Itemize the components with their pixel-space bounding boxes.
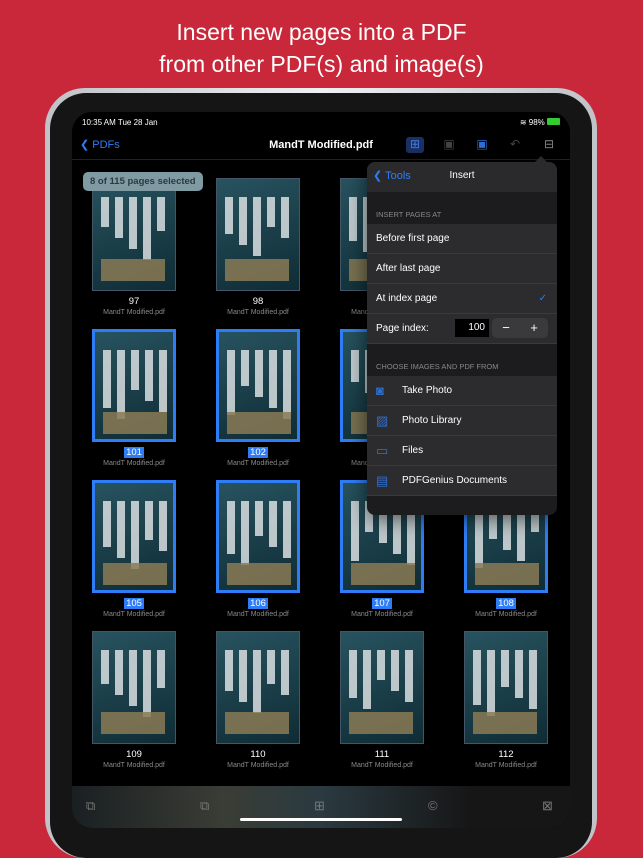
page-thumbnail[interactable] bbox=[92, 329, 176, 442]
battery-level: 98% bbox=[528, 118, 545, 127]
source-label: Photo Library bbox=[402, 415, 462, 426]
page-thumbnail[interactable] bbox=[216, 178, 300, 291]
status-time: 10:35 AM Tue 28 Jan bbox=[82, 118, 158, 127]
screen: 10:35 AM Tue 28 Jan ≋ 98% ❮ PDFs MandT M… bbox=[72, 112, 570, 828]
page-number: 108 bbox=[496, 598, 516, 609]
page-filename: MandT Modified.pdf bbox=[103, 762, 165, 769]
bottom-toolbar: ⧉ ⧉ ⊞ © ⊠ bbox=[72, 786, 570, 828]
document-title: MandT Modified.pdf bbox=[269, 139, 373, 151]
page-thumbnail[interactable] bbox=[92, 631, 176, 744]
option-label: Before first page bbox=[376, 233, 450, 244]
page-filename: MandT Modified.pdf bbox=[475, 762, 537, 769]
page-number: 98 bbox=[252, 296, 264, 307]
page-number: 101 bbox=[124, 447, 144, 458]
page-number: 109 bbox=[126, 749, 142, 760]
copy-pages-icon[interactable]: © bbox=[428, 798, 438, 813]
page-filename: MandT Modified.pdf bbox=[351, 611, 413, 618]
page-number: 97 bbox=[128, 296, 140, 307]
source-label: PDFGenius Documents bbox=[402, 475, 508, 486]
page-thumbnail-cell[interactable]: 97 MandT Modified.pdf bbox=[89, 178, 179, 316]
page-thumbnail-cell[interactable]: 105 MandT Modified.pdf bbox=[89, 480, 179, 618]
page-number: 107 bbox=[372, 598, 392, 609]
page-number: 112 bbox=[498, 749, 514, 760]
page-number: 110 bbox=[250, 749, 266, 760]
page-thumbnail[interactable] bbox=[216, 631, 300, 744]
page-thumbnail-cell[interactable]: 111 MandT Modified.pdf bbox=[337, 631, 427, 769]
page-thumbnail-cell[interactable]: 101 MandT Modified.pdf bbox=[89, 329, 179, 467]
battery-icon bbox=[547, 118, 560, 125]
save-as-icon[interactable]: ▣ bbox=[473, 137, 491, 153]
page-number: 106 bbox=[248, 598, 268, 609]
page-filename: MandT Modified.pdf bbox=[103, 309, 165, 316]
page-thumbnail[interactable] bbox=[92, 178, 176, 291]
page-filename: MandT Modified.pdf bbox=[103, 611, 165, 618]
grid-icon[interactable]: ⊞ bbox=[406, 137, 424, 153]
page-filename: MandT Modified.pdf bbox=[475, 611, 537, 618]
source-pdfgenius-documents[interactable]: ▤ PDFGenius Documents bbox=[367, 466, 557, 496]
page-filename: MandT Modified.pdf bbox=[351, 762, 413, 769]
selection-badge: 8 of 115 pages selected bbox=[83, 172, 203, 191]
option-at-index-page[interactable]: At index page ✓ bbox=[367, 284, 557, 314]
rotate-pages-icon[interactable]: ⧉ bbox=[200, 798, 209, 814]
popover-title: Insert bbox=[449, 170, 475, 181]
option-after-last-page[interactable]: After last page bbox=[367, 254, 557, 284]
page-thumbnail-cell[interactable]: 98 MandT Modified.pdf bbox=[213, 178, 303, 316]
page-number: 102 bbox=[248, 447, 268, 458]
page-thumbnail[interactable] bbox=[340, 631, 424, 744]
page-thumbnail[interactable] bbox=[216, 329, 300, 442]
page-filename: MandT Modified.pdf bbox=[103, 460, 165, 467]
insert-popover: ❮ Tools Insert INSERT PAGES AT Before fi… bbox=[367, 156, 557, 515]
nav-bar: ❮ PDFs MandT Modified.pdf ⊞ ▣ ▣ ↶ ⊟ bbox=[72, 134, 570, 160]
headline: Insert new pages into a PDF from other P… bbox=[0, 16, 643, 80]
option-before-first-page[interactable]: Before first page bbox=[367, 224, 557, 254]
folder-icon: ▭ bbox=[376, 442, 389, 458]
page-thumbnail-cell[interactable]: 112 MandT Modified.pdf bbox=[461, 631, 551, 769]
insert-pages-icon[interactable]: ⊞ bbox=[314, 798, 325, 814]
source-label: Files bbox=[402, 445, 424, 456]
page-filename: MandT Modified.pdf bbox=[227, 460, 289, 467]
decrement-button[interactable]: − bbox=[492, 318, 520, 338]
extract-pages-icon[interactable]: ⧉ bbox=[86, 798, 95, 814]
page-thumbnail-cell[interactable]: 102 MandT Modified.pdf bbox=[213, 329, 303, 467]
undo-icon[interactable]: ↶ bbox=[506, 137, 524, 153]
page-index-input[interactable]: 100 bbox=[455, 319, 489, 337]
source-take-photo[interactable]: ◙ Take Photo bbox=[367, 376, 557, 406]
save-icon[interactable]: ▣ bbox=[440, 137, 458, 153]
page-number: 105 bbox=[124, 598, 144, 609]
delete-pages-icon[interactable]: ⊠ bbox=[542, 798, 553, 814]
section-header-insert-at: INSERT PAGES AT bbox=[376, 210, 442, 219]
page-index-row: Page index: 100 − + bbox=[367, 314, 557, 344]
increment-button[interactable]: + bbox=[520, 318, 548, 338]
page-filename: MandT Modified.pdf bbox=[227, 611, 289, 618]
page-thumbnail-cell[interactable]: 106 MandT Modified.pdf bbox=[213, 480, 303, 618]
page-index-label: Page index: bbox=[376, 323, 429, 334]
source-photo-library[interactable]: ▨ Photo Library bbox=[367, 406, 557, 436]
option-label: After last page bbox=[376, 263, 441, 274]
page-index-stepper[interactable]: − + bbox=[492, 318, 548, 338]
photo-library-icon: ▨ bbox=[376, 412, 389, 428]
option-label: At index page bbox=[376, 293, 438, 304]
page-thumbnail-cell[interactable]: 110 MandT Modified.pdf bbox=[213, 631, 303, 769]
home-indicator bbox=[240, 818, 402, 821]
wifi-icon: ≋ bbox=[519, 118, 529, 127]
camera-icon: ◙ bbox=[376, 383, 384, 398]
page-thumbnail[interactable] bbox=[92, 480, 176, 593]
page-thumbnail[interactable] bbox=[464, 631, 548, 744]
source-files[interactable]: ▭ Files bbox=[367, 436, 557, 466]
page-number: 111 bbox=[374, 749, 390, 760]
section-header-sources: CHOOSE IMAGES AND PDF FROM bbox=[376, 362, 499, 371]
source-label: Take Photo bbox=[402, 385, 453, 396]
toolbox-icon[interactable]: ⊟ bbox=[540, 137, 558, 153]
checkmark-icon: ✓ bbox=[538, 293, 547, 304]
page-filename: MandT Modified.pdf bbox=[227, 762, 289, 769]
page-thumbnail[interactable] bbox=[216, 480, 300, 593]
headline-line-1: Insert new pages into a PDF bbox=[176, 19, 467, 45]
headline-line-2: from other PDF(s) and image(s) bbox=[159, 51, 484, 77]
page-filename: MandT Modified.pdf bbox=[227, 309, 289, 316]
status-bar: 10:35 AM Tue 28 Jan ≋ 98% bbox=[82, 118, 560, 127]
document-icon: ▤ bbox=[376, 472, 389, 488]
page-thumbnail-cell[interactable]: 109 MandT Modified.pdf bbox=[89, 631, 179, 769]
